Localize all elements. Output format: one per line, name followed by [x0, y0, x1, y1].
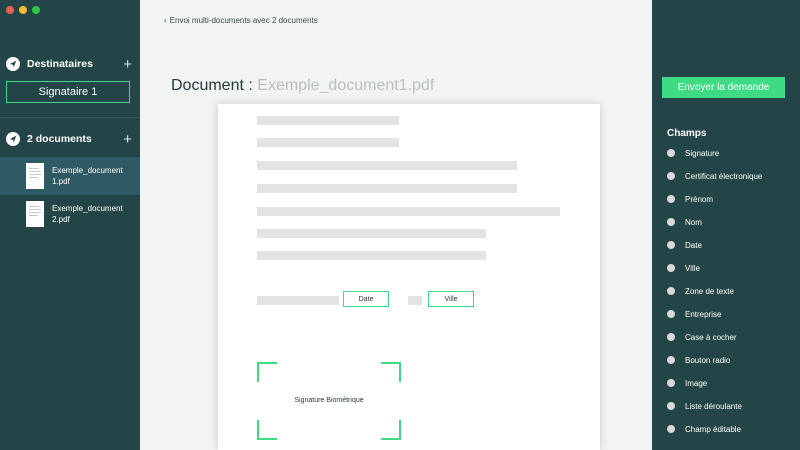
field-label: Liste déroulante [685, 401, 742, 411]
date-field[interactable]: Date [343, 291, 389, 307]
document-item-2[interactable]: Exemple_document2.pdf [0, 195, 140, 233]
title-prefix: Document : [171, 77, 253, 94]
signature-field-label: Signature Biométrique [294, 397, 364, 404]
document-name: Exemple_document2.pdf [52, 204, 123, 224]
field-dot-icon [667, 264, 675, 272]
send-icon [6, 132, 20, 146]
field-item-bouton-radio[interactable]: Bouton radio [667, 354, 730, 366]
field-label: Image [685, 378, 708, 388]
field-dot-icon [667, 356, 675, 364]
field-item-date[interactable]: Date [667, 239, 702, 251]
documents-title: 2 documents [27, 133, 92, 145]
text-line [257, 138, 399, 147]
document-thumbnail-icon [26, 163, 44, 189]
field-item-prenom[interactable]: Prénom [667, 193, 713, 205]
field-dot-icon [667, 310, 675, 318]
minimize-window-button[interactable] [19, 6, 27, 14]
field-item-entreprise[interactable]: Entreprise [667, 308, 721, 320]
page-title: Document : Exemple_document1.pdf [171, 77, 434, 95]
field-label: Champ éditable [685, 424, 742, 434]
field-item-ville[interactable]: Ville [667, 262, 700, 274]
corner-marker [257, 362, 277, 382]
field-dot-icon [667, 218, 675, 226]
field-label: Bouton radio [685, 355, 731, 365]
field-dot-icon [667, 333, 675, 341]
back-link-label: Envoi multi-documents avec 2 documents [169, 16, 318, 25]
left-sidebar: Destinataires + Signataire 1 2 documents… [0, 0, 140, 450]
field-label: Certificat électronique [685, 171, 763, 181]
text-line [257, 251, 486, 260]
text-line [408, 296, 422, 305]
document-thumbnail-icon [26, 201, 44, 227]
field-label: Signature [685, 148, 720, 158]
corner-marker [257, 420, 277, 440]
fields-title: Champs [667, 128, 707, 139]
document-item-1[interactable]: Exemple_document1.pdf [0, 157, 140, 195]
maximize-window-button[interactable] [32, 6, 40, 14]
field-label: Case à cocher [685, 332, 737, 342]
text-line [257, 161, 517, 170]
title-filename: Exemple_document1.pdf [257, 77, 435, 94]
field-item-champ-editable[interactable]: Champ éditable [667, 423, 741, 435]
send-icon [6, 57, 20, 71]
field-dot-icon [667, 425, 675, 433]
field-label: Entreprise [685, 309, 722, 319]
document-name: Exemple_document1.pdf [52, 166, 123, 186]
field-item-image[interactable]: Image [667, 377, 707, 389]
text-line [257, 229, 486, 238]
signer-button[interactable]: Signataire 1 [6, 81, 130, 103]
chevron-left-icon: ‹ [164, 16, 167, 25]
add-document-icon[interactable]: + [123, 132, 132, 147]
recipients-header: Destinataires + [6, 55, 132, 73]
back-link[interactable]: ‹ Envoi multi-documents avec 2 documents [164, 16, 318, 25]
documents-header: 2 documents + [6, 130, 132, 148]
corner-marker [381, 420, 401, 440]
field-dot-icon [667, 287, 675, 295]
field-label: Prénom [685, 194, 714, 204]
field-dot-icon [667, 402, 675, 410]
field-dot-icon [667, 195, 675, 203]
sidebar-divider [0, 117, 140, 118]
send-request-button[interactable]: Envoyer la demande [662, 77, 785, 98]
signature-field[interactable]: Signature Biométrique [257, 362, 401, 440]
field-item-signature[interactable]: Signature [667, 147, 719, 159]
window-controls [6, 6, 40, 14]
text-line [257, 296, 339, 305]
field-item-case-a-cocher[interactable]: Case à cocher [667, 331, 737, 343]
field-dot-icon [667, 172, 675, 180]
text-line [257, 116, 399, 125]
fields-panel: Envoyer la demande Champs Signature Cert… [652, 0, 800, 450]
field-item-zone-texte[interactable]: Zone de texte [667, 285, 734, 297]
recipients-title: Destinataires [27, 58, 93, 70]
field-dot-icon [667, 149, 675, 157]
field-item-certificat[interactable]: Certificat électronique [667, 170, 762, 182]
field-item-nom[interactable]: Nom [667, 216, 702, 228]
add-recipient-icon[interactable]: + [123, 57, 132, 72]
text-line [257, 184, 517, 193]
field-label: Nom [685, 217, 702, 227]
field-item-liste-deroulante[interactable]: Liste déroulante [667, 400, 742, 412]
corner-marker [381, 362, 401, 382]
ville-field[interactable]: Ville [428, 291, 474, 307]
field-dot-icon [667, 241, 675, 249]
field-label: Date [685, 240, 702, 250]
field-label: Zone de texte [685, 286, 734, 296]
field-dot-icon [667, 379, 675, 387]
field-label: Ville [685, 263, 700, 273]
document-viewer: ‹ Envoi multi-documents avec 2 documents… [140, 0, 652, 450]
close-window-button[interactable] [6, 6, 14, 14]
document-page: Date Ville Signature Biométrique [218, 104, 600, 450]
text-line [257, 207, 560, 216]
